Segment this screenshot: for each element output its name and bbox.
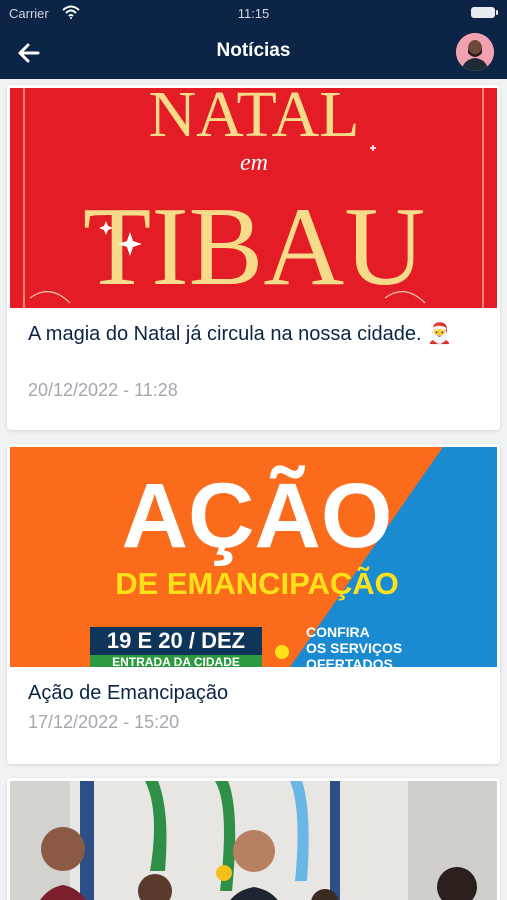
news-card[interactable]: AÇÃO DE EMANCIPAÇÃO 19 E 20 / DEZ ENTRAD…	[7, 444, 500, 764]
svg-text:AÇÃO: AÇÃO	[122, 464, 393, 567]
news-image: NATAL em TIBAU	[10, 88, 497, 308]
user-photo-icon	[456, 33, 494, 71]
group-photo-image	[10, 781, 497, 900]
svg-text:DE EMANCIPAÇÃO: DE EMANCIPAÇÃO	[115, 566, 399, 601]
news-card[interactable]	[7, 778, 500, 900]
svg-text:CONFIRA: CONFIRA	[306, 624, 370, 640]
news-title[interactable]: Ação de Emancipação	[28, 680, 468, 706]
news-date: 17/12/2022 - 15:20	[28, 712, 180, 732]
news-title[interactable]: A magia do Natal já circula na nossa cid…	[28, 321, 468, 347]
status-bar: Carrier 11:15	[0, 0, 507, 26]
news-image: AÇÃO DE EMANCIPAÇÃO 19 E 20 / DEZ ENTRAD…	[10, 447, 497, 667]
svg-text:OS SERVIÇOS: OS SERVIÇOS	[306, 640, 402, 656]
svg-text:OFERTADOS: OFERTADOS	[306, 656, 393, 667]
emancipation-banner-image: AÇÃO DE EMANCIPAÇÃO 19 E 20 / DEZ ENTRAD…	[10, 447, 497, 667]
svg-text:ENTRADA DA CIDADE: ENTRADA DA CIDADE	[112, 655, 240, 667]
news-feed[interactable]: NATAL em TIBAU A magia do Natal já circu…	[0, 79, 507, 900]
status-time: 11:15	[237, 6, 270, 21]
battery-icon	[471, 7, 498, 18]
christmas-banner-image: NATAL em TIBAU	[10, 88, 497, 308]
nav-row: Notícias	[0, 30, 507, 74]
svg-text:em: em	[240, 150, 268, 176]
svg-text:19 E 20 / DEZ: 19 E 20 / DEZ	[107, 628, 245, 653]
navigation-header: Carrier 11:15 Notícias	[0, 0, 507, 79]
svg-text:NATAL: NATAL	[148, 88, 359, 151]
avatar[interactable]	[456, 33, 494, 71]
news-image	[10, 781, 497, 900]
news-date: 20/12/2022 - 11:28	[28, 380, 178, 400]
news-card[interactable]: NATAL em TIBAU A magia do Natal já circu…	[7, 85, 500, 430]
page-title: Notícias	[216, 40, 291, 61]
